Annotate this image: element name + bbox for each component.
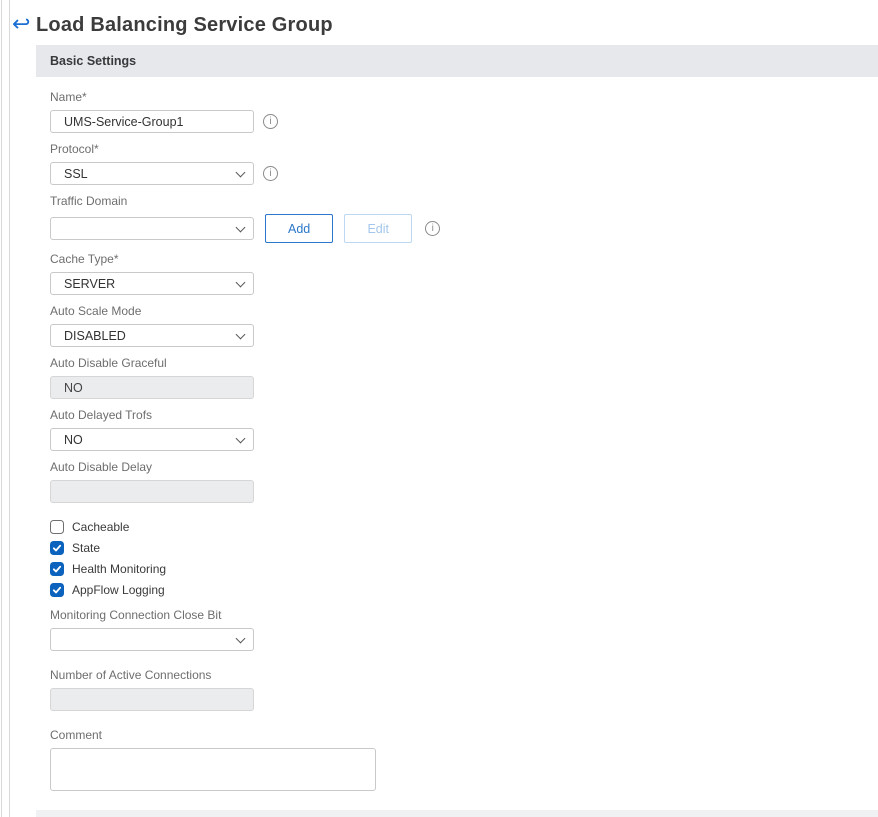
protocol-selected-value: SSL <box>64 166 88 181</box>
basic-settings-panel: Basic Settings Name* i Protocol* SSL <box>36 45 878 817</box>
protocol-label: Protocol* <box>50 142 99 156</box>
auto-scale-mode-select[interactable]: DISABLED <box>50 324 254 347</box>
page-title: Load Balancing Service Group <box>36 13 333 36</box>
cache-type-label: Cache Type* <box>50 252 119 266</box>
number-of-active-connections-label: Number of Active Connections <box>50 668 212 682</box>
comment-field-group: Comment <box>50 728 878 791</box>
auto-disable-graceful-field-group: Auto Disable Graceful <box>50 356 878 399</box>
back-arrow-icon[interactable]: ↩ <box>12 9 30 39</box>
info-icon[interactable]: i <box>263 114 278 129</box>
auto-scale-mode-selected-value: DISABLED <box>64 328 126 343</box>
traffic-domain-select[interactable] <box>50 217 254 240</box>
comment-textarea[interactable] <box>50 748 376 791</box>
state-checkbox-row: State <box>50 538 878 558</box>
appflow-logging-checkbox[interactable] <box>50 583 64 597</box>
section-header-bar: Basic Settings <box>36 45 878 77</box>
number-of-active-connections-input <box>50 688 254 711</box>
chevron-down-icon <box>235 433 246 443</box>
load-balancing-service-group-page: ↩ Load Balancing Service Group Basic Set… <box>0 0 878 817</box>
monitoring-connection-close-bit-field-group: Monitoring Connection Close Bit <box>50 608 878 651</box>
chevron-down-icon <box>235 277 246 287</box>
auto-scale-mode-field-group: Auto Scale Mode DISABLED <box>50 304 878 347</box>
appflow-logging-label: AppFlow Logging <box>72 583 165 597</box>
info-icon[interactable]: i <box>425 221 441 236</box>
name-field-group: Name* i <box>50 90 878 133</box>
health-monitoring-checkbox[interactable] <box>50 562 64 576</box>
health-monitoring-checkbox-row: Health Monitoring <box>50 559 878 579</box>
cache-type-selected-value: SERVER <box>64 276 116 291</box>
auto-delayed-trofs-label: Auto Delayed Trofs <box>50 408 153 422</box>
basic-settings-form: Name* i Protocol* SSL i Tr <box>36 77 878 805</box>
auto-disable-delay-input <box>50 480 254 503</box>
pane-divider-line <box>9 0 10 817</box>
auto-delayed-trofs-select[interactable]: NO <box>50 428 254 451</box>
cacheable-checkbox[interactable] <box>50 520 64 534</box>
edit-button[interactable]: Edit <box>344 214 413 243</box>
info-icon[interactable]: i <box>263 166 278 181</box>
chevron-down-icon <box>235 633 246 643</box>
page-header: ↩ Load Balancing Service Group <box>12 8 333 42</box>
checkbox-group: Cacheable State Health Monitoring AppFlo… <box>50 517 878 600</box>
auto-disable-delay-field-group: Auto Disable Delay <box>50 460 878 503</box>
health-monitoring-label: Health Monitoring <box>72 562 167 576</box>
section-title: Basic Settings <box>50 54 137 68</box>
cache-type-field-group: Cache Type* SERVER <box>50 252 878 295</box>
monitoring-connection-close-bit-label: Monitoring Connection Close Bit <box>50 608 222 622</box>
auto-delayed-trofs-selected-value: NO <box>64 432 83 447</box>
chevron-down-icon <box>235 167 246 177</box>
auto-disable-graceful-input <box>50 376 254 399</box>
name-input[interactable] <box>50 110 254 133</box>
auto-scale-mode-label: Auto Scale Mode <box>50 304 142 318</box>
chevron-down-icon <box>235 222 246 232</box>
appflow-logging-checkbox-row: AppFlow Logging <box>50 580 878 600</box>
auto-disable-graceful-label: Auto Disable Graceful <box>50 356 167 370</box>
comment-label: Comment <box>50 728 103 742</box>
auto-delayed-trofs-field-group: Auto Delayed Trofs NO <box>50 408 878 451</box>
add-button[interactable]: Add <box>265 214 334 243</box>
pane-divider-line <box>1 0 2 817</box>
chevron-down-icon <box>235 329 246 339</box>
monitoring-connection-close-bit-select[interactable] <box>50 628 254 651</box>
state-checkbox[interactable] <box>50 541 64 555</box>
cacheable-checkbox-row: Cacheable <box>50 517 878 537</box>
traffic-domain-field-group: Traffic Domain Add Edit i <box>50 194 878 243</box>
protocol-select[interactable]: SSL <box>50 162 254 185</box>
number-of-active-connections-field-group: Number of Active Connections <box>50 668 878 711</box>
state-label: State <box>72 541 101 555</box>
auto-disable-delay-label: Auto Disable Delay <box>50 460 153 474</box>
protocol-field-group: Protocol* SSL i <box>50 142 878 185</box>
name-label: Name* <box>50 90 87 104</box>
cache-type-select[interactable]: SERVER <box>50 272 254 295</box>
traffic-domain-label: Traffic Domain <box>50 194 128 208</box>
cacheable-label: Cacheable <box>72 520 130 534</box>
footer-action-bar: OK Cancel <box>36 810 878 817</box>
